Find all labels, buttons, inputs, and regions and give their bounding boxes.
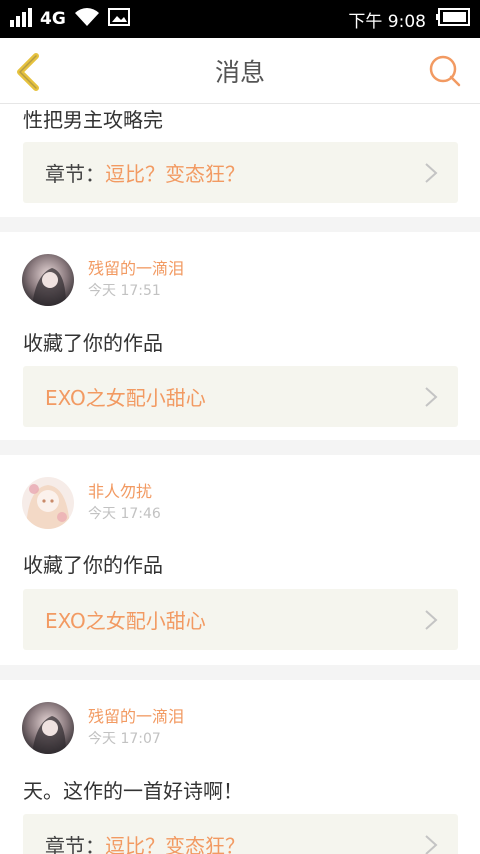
list-item: 残留的一滴泪 今天 17:07 天。这作的一首好诗啊！ 章节： 逗比？变态狂？ xyxy=(0,680,480,854)
status-bar: 4G 下午 9:08 xyxy=(0,0,480,38)
chevron-left-icon xyxy=(17,53,39,91)
image-icon xyxy=(107,7,130,32)
chapter-link[interactable]: 章节： 逗比？变态狂？ xyxy=(23,814,458,854)
work-link[interactable]: EXO之女配小甜心 xyxy=(23,366,458,427)
chapter-link[interactable]: 章节： 逗比？变态狂？ xyxy=(23,142,458,203)
message-text: 天。这作的一首好诗啊！ xyxy=(23,779,243,803)
message-text: 收藏了你的作品 xyxy=(23,331,163,355)
search-icon xyxy=(429,55,461,87)
username[interactable]: 残留的一滴泪 xyxy=(88,258,184,280)
search-button[interactable] xyxy=(428,54,462,88)
signal-icon xyxy=(10,7,32,32)
message-text: 性把男主攻略完 xyxy=(23,108,163,132)
ref-label: 章节： xyxy=(45,162,105,186)
page-title: 消息 xyxy=(214,57,265,87)
list-item: 性把男主攻略完 章节： 逗比？变态狂？ xyxy=(0,104,480,217)
list-item: 非人勿扰 今天 17:46 收藏了你的作品 EXO之女配小甜心 xyxy=(0,455,480,665)
work-link[interactable]: EXO之女配小甜心 xyxy=(23,589,458,650)
chevron-right-icon xyxy=(425,610,438,630)
message-list: 性把男主攻略完 章节： 逗比？变态狂？ 残留的一滴泪 今天 17:51 收藏了你… xyxy=(0,104,480,854)
battery-icon xyxy=(436,7,470,31)
ref-title: 逗比？变态狂？ xyxy=(105,834,245,854)
avatar[interactable] xyxy=(22,702,74,754)
username[interactable]: 非人勿扰 xyxy=(88,481,161,503)
ref-title: EXO之女配小甜心 xyxy=(45,386,206,410)
timestamp: 今天 17:07 xyxy=(88,731,161,747)
ref-title: 逗比？变态狂？ xyxy=(105,162,245,186)
status-time: 下午 9:08 xyxy=(348,11,426,32)
chevron-right-icon xyxy=(425,163,438,183)
user-row[interactable]: 非人勿扰 今天 17:46 xyxy=(22,477,161,529)
back-button[interactable] xyxy=(12,52,48,92)
user-row[interactable]: 残留的一滴泪 今天 17:07 xyxy=(22,702,184,754)
wifi-icon xyxy=(74,7,100,32)
timestamp: 今天 17:46 xyxy=(88,506,161,522)
nav-bar: 消息 xyxy=(0,38,480,104)
network-type: 4G xyxy=(40,9,66,29)
timestamp: 今天 17:51 xyxy=(88,283,161,299)
avatar[interactable] xyxy=(22,477,74,529)
list-item: 残留的一滴泪 今天 17:51 收藏了你的作品 EXO之女配小甜心 xyxy=(0,232,480,440)
username[interactable]: 残留的一滴泪 xyxy=(88,706,184,728)
ref-label: 章节： xyxy=(45,834,105,854)
message-text: 收藏了你的作品 xyxy=(23,553,163,577)
chevron-right-icon xyxy=(425,387,438,407)
chevron-right-icon xyxy=(425,835,438,854)
user-row[interactable]: 残留的一滴泪 今天 17:51 xyxy=(22,254,184,306)
avatar[interactable] xyxy=(22,254,74,306)
ref-title: EXO之女配小甜心 xyxy=(45,609,206,633)
